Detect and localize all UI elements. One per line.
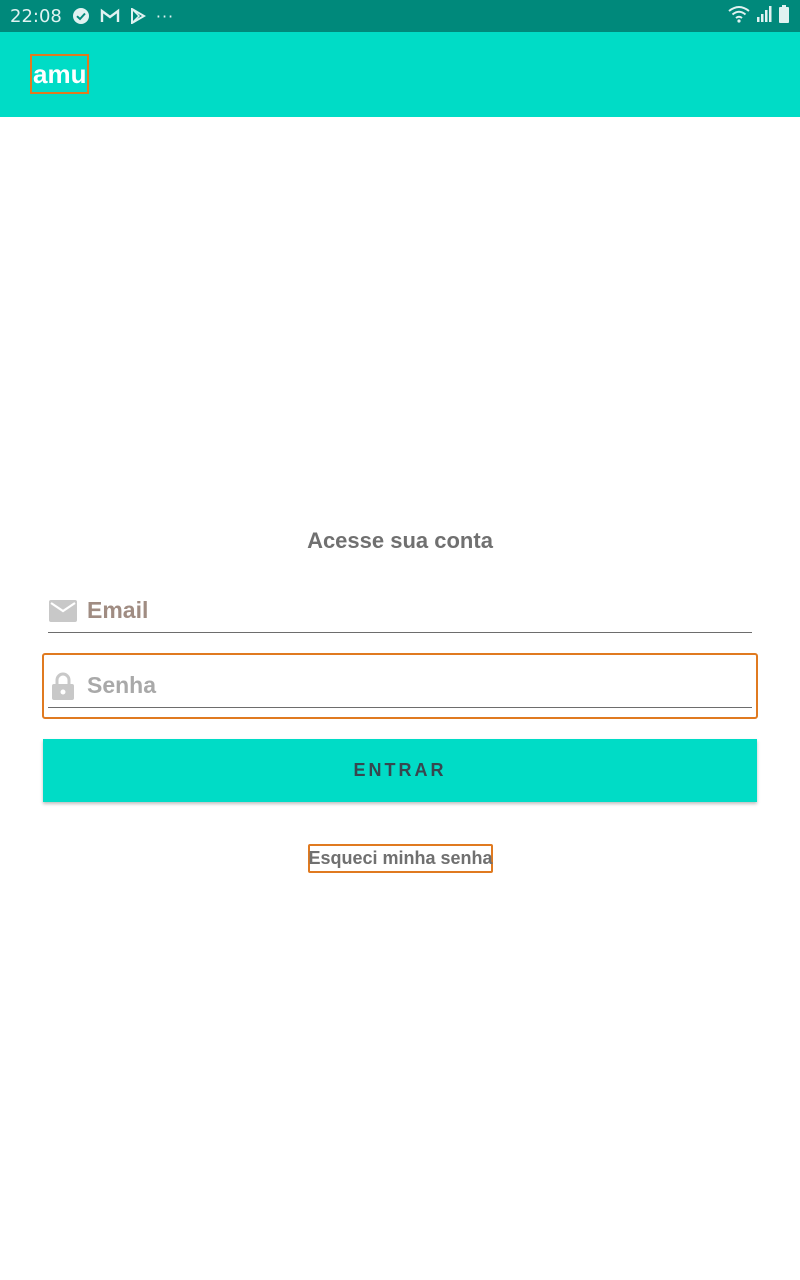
password-field-row — [48, 664, 752, 708]
more-notifications-icon: ··· — [155, 6, 175, 26]
wifi-icon — [728, 5, 750, 27]
password-input[interactable] — [87, 672, 687, 699]
app-bar: amu — [0, 32, 800, 117]
envelope-icon — [48, 596, 78, 626]
status-time: 22:08 — [10, 5, 62, 27]
email-field-row — [48, 589, 752, 633]
signal-icon — [756, 6, 772, 26]
system-tray — [728, 5, 790, 27]
login-heading: Acesse sua conta — [307, 528, 493, 553]
email-input[interactable] — [87, 597, 687, 624]
app-title[interactable]: amu — [30, 54, 90, 94]
forgot-password-link[interactable]: Esqueci minha senha — [308, 844, 493, 873]
login-button[interactable]: ENTRAR — [43, 739, 757, 802]
lock-icon — [48, 671, 78, 701]
status-bar: 22:08 ··· — [0, 0, 800, 32]
gmail-icon — [100, 8, 120, 24]
play-store-icon — [130, 8, 146, 24]
check-circle-icon — [72, 7, 90, 25]
battery-icon — [778, 5, 790, 27]
